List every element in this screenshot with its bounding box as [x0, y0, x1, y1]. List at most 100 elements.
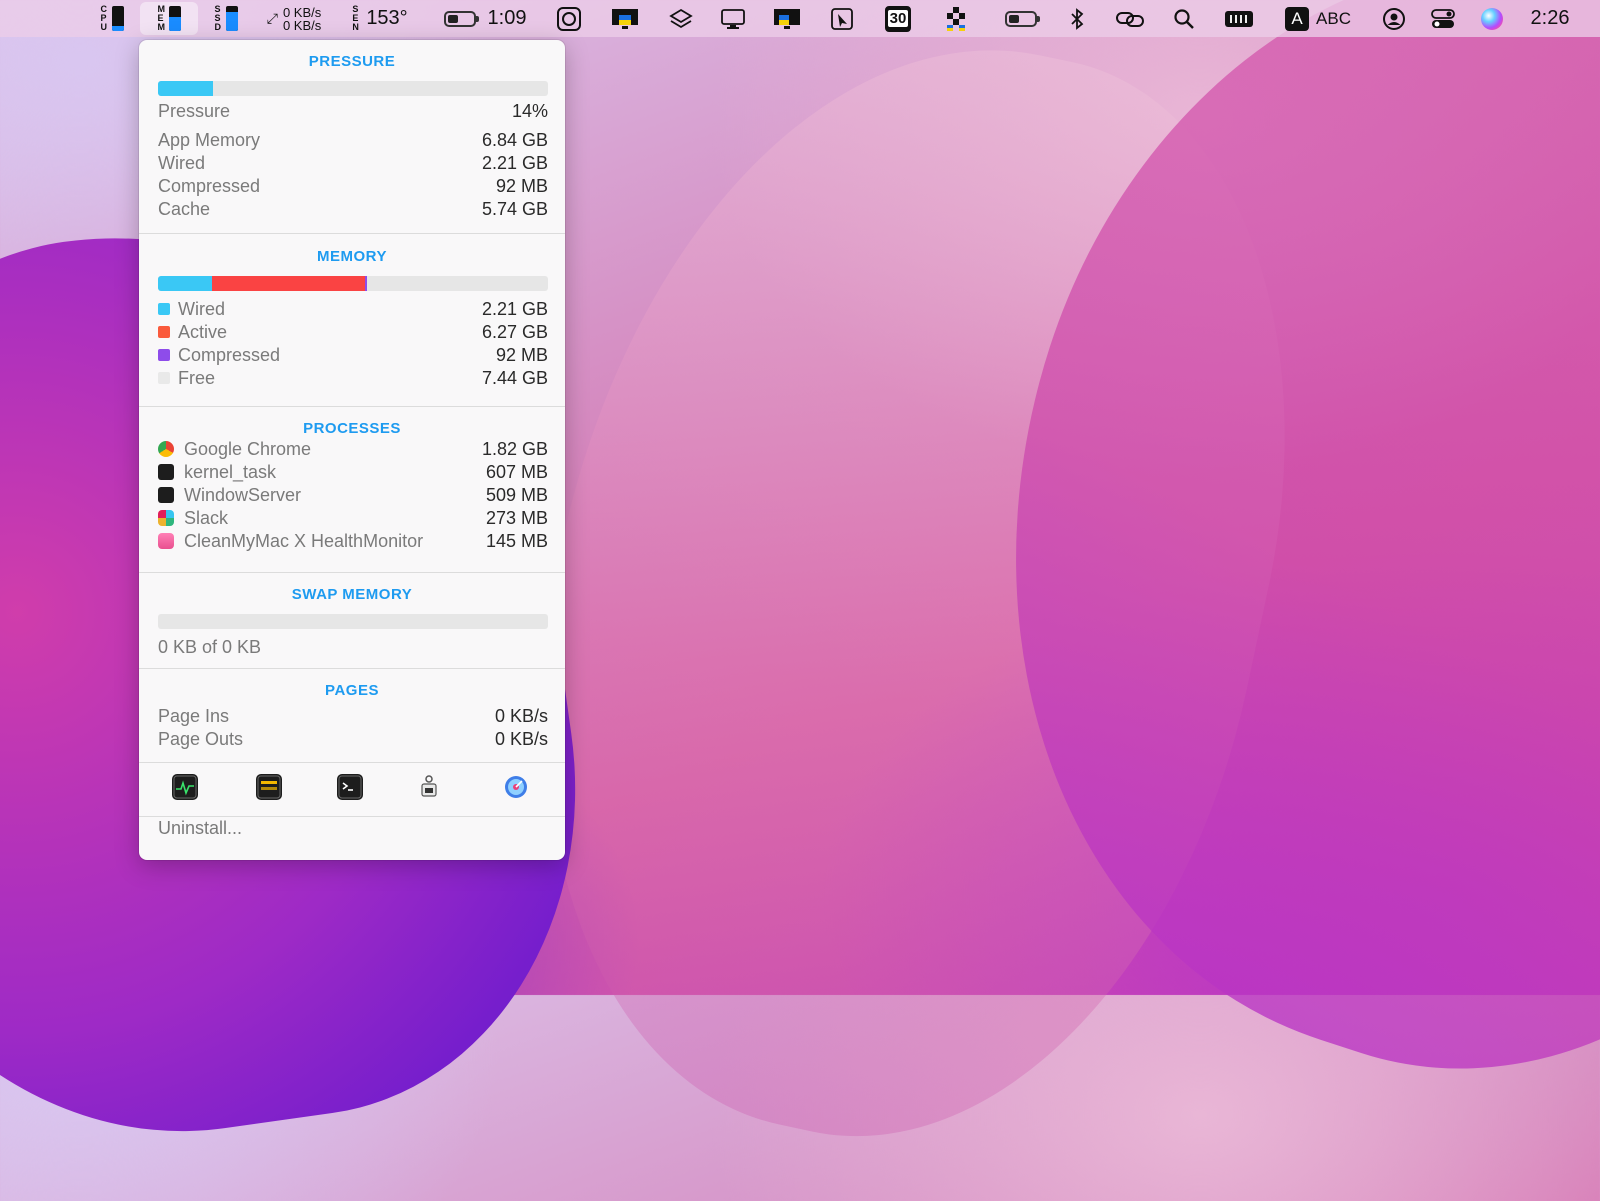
- sensor-label: SEN: [352, 4, 359, 32]
- input-source-icon: A: [1285, 6, 1310, 31]
- process-row[interactable]: kernel_task 607 MB: [158, 461, 548, 483]
- bartender-icon: [947, 6, 965, 31]
- legend-swatch: [158, 326, 170, 338]
- ssd-label: SSD: [214, 4, 222, 32]
- section-divider: [139, 572, 565, 573]
- pressure-bar: [158, 81, 548, 96]
- net-up-value: 0 KB/s: [282, 4, 322, 20]
- search-icon: [1174, 8, 1194, 29]
- control-center-menu-item[interactable]: [1428, 0, 1458, 37]
- user-icon: [1383, 7, 1405, 30]
- sensor-menu-item[interactable]: SEN 153°: [345, 0, 415, 37]
- layers-icon: [669, 8, 693, 28]
- memory-chip-menu-item[interactable]: [1222, 0, 1256, 37]
- process-memory: 1.82 GB: [481, 438, 548, 459]
- legend-swatch: [158, 372, 170, 384]
- disk-utility-icon[interactable]: [503, 774, 529, 800]
- activity-monitor-icon[interactable]: [172, 774, 198, 800]
- cpu-menu-item[interactable]: CPU: [92, 0, 132, 37]
- row-label: Page Ins: [158, 705, 230, 726]
- row-value: 6.84 GB: [481, 129, 548, 150]
- section-divider: [139, 406, 565, 407]
- memory-bar-segment: [211, 276, 365, 291]
- processes-title: PROCESSES: [303, 420, 401, 437]
- process-name: Google Chrome: [184, 438, 312, 459]
- memory-chip-icon: [1225, 10, 1253, 27]
- link-menu-item[interactable]: [1114, 0, 1146, 37]
- control-center-icon: [1431, 8, 1455, 28]
- layers-menu-item[interactable]: [665, 0, 697, 37]
- clock-menu-item[interactable]: 2:26: [1522, 0, 1578, 37]
- pressure-title: PRESSURE: [308, 53, 396, 70]
- bartender-menu-item[interactable]: [940, 0, 972, 37]
- process-row[interactable]: Google Chrome 1.82 GB: [158, 438, 548, 460]
- terminal-icon: [158, 464, 174, 480]
- net-down-value: 0 KB/s: [282, 17, 322, 33]
- row-label: Page Outs: [158, 728, 244, 749]
- pressure-row: Pressure 14%: [158, 100, 548, 122]
- row-label: Wired: [178, 298, 226, 319]
- memory-row: Active 6.27 GB: [158, 321, 548, 343]
- section-divider: [139, 816, 565, 817]
- row-value: 92 MB: [495, 175, 548, 196]
- cleanmymac-icon: [158, 533, 174, 549]
- process-name: Slack: [184, 507, 229, 528]
- row-label: Compressed: [158, 175, 261, 196]
- mem-label: MEM: [157, 4, 166, 32]
- memory-row: Compressed 92 MB: [158, 344, 548, 366]
- process-row[interactable]: WindowServer 509 MB: [158, 484, 548, 506]
- system-info-icon[interactable]: [416, 774, 442, 800]
- pointer-icon: [831, 7, 853, 30]
- row-value: 0 KB/s: [494, 705, 548, 726]
- pressure-row: Compressed 92 MB: [158, 175, 548, 197]
- row-label-group: kernel_task: [158, 462, 276, 483]
- pressure-row: Wired 2.21 GB: [158, 152, 548, 174]
- bluetooth-icon: [1071, 7, 1084, 30]
- row-label-group: Active: [158, 322, 227, 343]
- pages-row: Page Ins 0 KB/s: [158, 705, 548, 727]
- siri-menu-item[interactable]: [1478, 0, 1506, 37]
- process-row[interactable]: Slack 273 MB: [158, 507, 548, 529]
- monitor-flag-menu-item[interactable]: [608, 0, 642, 37]
- mem-usage-bar: [168, 6, 181, 31]
- calendar-menu-item[interactable]: 30: [882, 0, 914, 37]
- terminal-icon[interactable]: [337, 774, 363, 800]
- calendar-day: 30: [887, 10, 909, 27]
- memory-title: MEMORY: [317, 248, 387, 265]
- battery2-menu-item[interactable]: [1000, 0, 1042, 37]
- spotlight-menu-item[interactable]: [1170, 0, 1198, 37]
- screenshot-menu-item[interactable]: [553, 0, 585, 37]
- row-value: 2.21 GB: [481, 152, 548, 173]
- mem-menu-item[interactable]: MEM: [140, 2, 198, 35]
- display-menu-item[interactable]: [716, 0, 750, 37]
- process-memory: 273 MB: [485, 507, 548, 528]
- memory-bar-segment: [158, 276, 212, 291]
- monitor-flag-menu-item-2[interactable]: [770, 0, 804, 37]
- console-icon[interactable]: [256, 774, 282, 800]
- row-label: Wired: [158, 152, 206, 173]
- process-row[interactable]: CleanMyMac X HealthMonitor 145 MB: [158, 530, 548, 552]
- input-source-menu-item[interactable]: A ABC: [1282, 0, 1354, 37]
- row-value: 0 KB/s: [494, 728, 548, 749]
- battery-menu-item[interactable]: 1:09: [435, 0, 535, 37]
- memory-popup: PRESSURE Pressure 14% App Memory 6.84 GB Wir…: [139, 40, 565, 860]
- row-label-group: CleanMyMac X HealthMonitor: [158, 531, 423, 552]
- pointer-menu-item[interactable]: [826, 0, 858, 37]
- ssd-menu-item[interactable]: SSD: [206, 0, 246, 37]
- row-value: 2.21 GB: [481, 298, 548, 319]
- process-name: WindowServer: [184, 484, 302, 505]
- network-menu-item[interactable]: ⤢ 0 KB/s 0 KB/s: [258, 0, 330, 37]
- battery-icon: [443, 10, 479, 27]
- row-label: App Memory: [158, 129, 261, 150]
- swap-summary: 0 KB of 0 KB: [158, 636, 262, 657]
- menu-bar: CPU MEM SSD ⤢ 0 KB/s 0 KB/s SEN 153° 1:0…: [0, 0, 1600, 37]
- sensor-value: 153°: [366, 7, 408, 29]
- monitor-flag-icon: [612, 8, 638, 29]
- battery-time: 1:09: [487, 7, 527, 29]
- memory-bar: [158, 276, 548, 291]
- uninstall-button[interactable]: Uninstall...: [158, 818, 242, 839]
- ssd-usage-bar: [225, 6, 238, 31]
- clock-time: 2:26: [1530, 7, 1570, 29]
- bluetooth-menu-item[interactable]: [1064, 0, 1090, 37]
- user-menu-item[interactable]: [1380, 0, 1408, 37]
